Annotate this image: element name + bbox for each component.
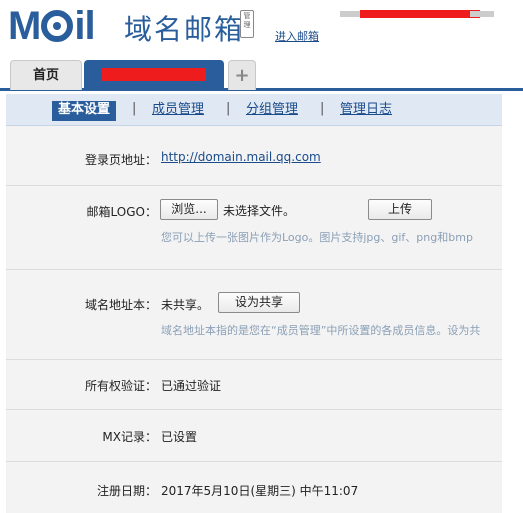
account-redaction bbox=[360, 10, 480, 18]
mx-status: 已设置 bbox=[161, 430, 198, 444]
login-page-row: 登录页地址： http://domain.mail.qq.com bbox=[6, 126, 502, 186]
account-info-blur bbox=[340, 11, 360, 17]
subnav-separator: | bbox=[226, 101, 231, 116]
subnav-admin-log[interactable]: 管理日志 bbox=[340, 101, 392, 121]
product-name: 域名邮箱 bbox=[124, 13, 245, 46]
logo-o-mark bbox=[41, 10, 74, 42]
logo-hint: 您可以上传一张图片作为Logo。图片支持jpg、gif、png和bmp bbox=[161, 231, 473, 244]
header: Mil 域名邮箱 管理 进入邮箱 bbox=[0, 0, 523, 58]
registered-label: 注册日期： bbox=[96, 484, 157, 498]
address-book-status: 未共享。 bbox=[161, 298, 210, 312]
ownership-row: 所有权验证： 已通过验证 bbox=[6, 360, 502, 410]
tab-domain-redaction bbox=[102, 68, 206, 81]
tab-home[interactable]: 首页 bbox=[10, 60, 82, 90]
account-info-blur bbox=[470, 11, 494, 17]
logo-text: Mil bbox=[8, 4, 96, 48]
settings-subnav: 基本设置 | 成员管理 | 分组管理 | 管理日志 bbox=[6, 94, 502, 126]
logo-row: 邮箱LOGO： 浏览... 未选择文件。 上传 您可以上传一张图片作为Logo。… bbox=[6, 186, 502, 270]
login-page-label: 登录页地址： bbox=[84, 153, 157, 167]
upload-button[interactable]: 上传 bbox=[368, 199, 432, 220]
tab-bar: 首页 + bbox=[0, 58, 523, 91]
subnav-separator: | bbox=[320, 101, 325, 116]
share-button[interactable]: 设为共享 bbox=[218, 292, 300, 313]
subnav-basic-settings[interactable]: 基本设置 bbox=[52, 101, 117, 121]
file-status: 未选择文件。 bbox=[223, 204, 296, 218]
ownership-label: 所有权验证： bbox=[84, 379, 157, 393]
mx-label: MX记录： bbox=[102, 430, 157, 444]
admin-badge: 管理 bbox=[240, 10, 254, 38]
enter-mail-link[interactable]: 进入邮箱 bbox=[275, 28, 319, 44]
registered-row: 注册日期： 2017年5月10日(星期三) 中午11:07 bbox=[6, 462, 502, 513]
address-book-hint: 域名地址本指的是您在“成员管理”中所设置的各成员信息。设为共 bbox=[161, 324, 481, 337]
logo: Mil bbox=[8, 4, 96, 48]
login-page-link[interactable]: http://domain.mail.qq.com bbox=[161, 150, 321, 164]
settings-panel: 登录页地址： http://domain.mail.qq.com 邮箱LOGO：… bbox=[6, 126, 502, 513]
mx-row: MX记录： 已设置 bbox=[6, 410, 502, 462]
tab-domain[interactable] bbox=[84, 60, 224, 90]
address-book-label: 域名地址本： bbox=[84, 298, 157, 312]
logo-label: 邮箱LOGO： bbox=[86, 205, 157, 219]
address-book-row: 域名地址本： 未共享。 设为共享 域名地址本指的是您在“成员管理”中所设置的各成… bbox=[6, 270, 502, 360]
ownership-status: 已通过验证 bbox=[161, 379, 222, 393]
add-tab-button[interactable]: + bbox=[228, 60, 256, 90]
subnav-member-management[interactable]: 成员管理 bbox=[152, 101, 204, 121]
registered-date: 2017年5月10日(星期三) 中午11:07 bbox=[161, 484, 359, 498]
subnav-group-management[interactable]: 分组管理 bbox=[246, 101, 298, 121]
browse-button[interactable]: 浏览... bbox=[160, 199, 218, 220]
subnav-separator: | bbox=[132, 101, 137, 116]
